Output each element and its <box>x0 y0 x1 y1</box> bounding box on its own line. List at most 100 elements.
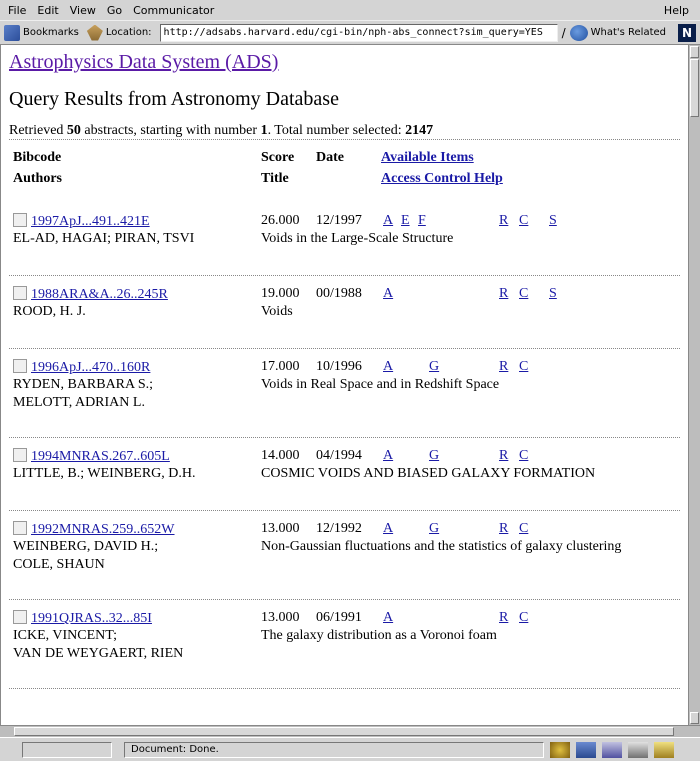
access-control-help-link[interactable]: Access Control Help <box>381 171 503 187</box>
discussion-icon[interactable] <box>602 741 622 758</box>
result-title: Voids <box>261 304 293 319</box>
scroll-up-arrow-icon[interactable] <box>690 46 699 58</box>
content-viewport: Astrophysics Data System (ADS) Query Res… <box>0 45 688 725</box>
select-checkbox[interactable] <box>13 213 27 227</box>
menu-communicator[interactable]: Communicator <box>133 4 214 17</box>
result-authors: EL-AD, HAGAI; PIRAN, TSVI <box>13 231 195 246</box>
menu-file[interactable]: File <box>8 4 26 17</box>
menu-help[interactable]: Help <box>664 4 689 17</box>
result-row: 1996ApJ...470..160R 17.000 10/1996 A G R C RYDE… <box>9 349 680 437</box>
item-link-a[interactable]: A <box>383 213 393 229</box>
dropdown-slash-icon[interactable]: / <box>562 26 566 40</box>
menubar: File Edit View Go Communicator Help <box>0 0 700 20</box>
result-score: 13.000 <box>261 610 300 625</box>
bookmarks-icon[interactable] <box>4 24 20 41</box>
item-link-e[interactable]: E <box>401 213 410 229</box>
item-link-c[interactable]: C <box>519 359 528 375</box>
header-date: Date <box>316 150 344 165</box>
offline-icon[interactable] <box>654 741 674 758</box>
available-items-link[interactable]: Available Items <box>381 150 474 166</box>
item-link-s[interactable]: S <box>549 286 557 302</box>
result-detail-line: EL-AD, HAGAI; PIRAN, TSVI Voids in the La… <box>9 231 680 252</box>
result-title: Non-Gaussian fluctuations and the statis… <box>261 539 622 554</box>
status-bar: Document: Done. <box>0 737 700 761</box>
scroll-down-arrow-icon[interactable] <box>690 712 699 724</box>
composer-icon[interactable] <box>628 741 648 758</box>
item-link-r[interactable]: R <box>499 359 508 375</box>
result-code-line: 1988ARA&A..26..245R 19.000 00/1988 A R C S <box>9 276 680 302</box>
bibcode-link[interactable]: 1991QJRAS..32...85I <box>31 611 152 626</box>
menu-edit[interactable]: Edit <box>37 4 58 17</box>
whats-related-button[interactable]: What's Related <box>591 27 666 38</box>
security-icon[interactable] <box>550 741 570 758</box>
item-link-a[interactable]: A <box>383 610 393 626</box>
result-code-line: 1991QJRAS..32...85I 13.000 06/1991 A R C <box>9 600 680 627</box>
item-link-r[interactable]: R <box>499 213 508 229</box>
item-link-a[interactable]: A <box>383 286 393 302</box>
site-title-link[interactable]: Astrophysics Data System (ADS) <box>9 51 278 73</box>
result-row: 1997ApJ...491..421E 26.000 12/1997 A E F R C S EL… <box>9 203 680 275</box>
start-number: 1 <box>260 123 268 138</box>
netscape-logo[interactable]: N <box>678 23 696 42</box>
result-authors-cont: MELOTT, ADRIAN L. <box>13 395 145 410</box>
whats-related-icon[interactable] <box>569 24 588 41</box>
item-link-r[interactable]: R <box>499 521 508 537</box>
result-bibcode-cell: 1997ApJ...491..421E <box>13 213 150 230</box>
horizontal-scrollbar[interactable] <box>0 725 700 737</box>
result-date: 10/1996 <box>316 359 362 374</box>
mail-icon[interactable] <box>576 741 596 758</box>
result-row: 1988ARA&A..26..245R 19.000 00/1988 A R C S ROOD… <box>9 276 680 348</box>
item-link-r[interactable]: R <box>499 286 508 302</box>
bibcode-link[interactable]: 1994MNRAS.267..605L <box>31 449 170 464</box>
horizontal-scroll-thumb[interactable] <box>14 727 674 736</box>
item-link-c[interactable]: C <box>519 213 528 229</box>
select-checkbox[interactable] <box>13 286 27 300</box>
results-summary: Retrieved 50 abstracts, starting with nu… <box>9 123 680 139</box>
menu-go[interactable]: Go <box>107 4 122 17</box>
result-date: 12/1992 <box>316 521 362 536</box>
result-bibcode-cell: 1991QJRAS..32...85I <box>13 610 152 627</box>
results-header: Bibcode Score Date Available Items Autho… <box>9 140 680 203</box>
item-link-a[interactable]: A <box>383 448 393 464</box>
bibcode-link[interactable]: 1997ApJ...491..421E <box>31 214 150 229</box>
result-score: 14.000 <box>261 448 300 463</box>
vertical-scroll-thumb[interactable] <box>690 59 699 117</box>
item-link-c[interactable]: C <box>519 521 528 537</box>
bibcode-link[interactable]: 1992MNRAS.259..652W <box>31 522 175 537</box>
result-authors: LITTLE, B.; WEINBERG, D.H. <box>13 466 196 481</box>
menu-view[interactable]: View <box>70 4 96 17</box>
bibcode-link[interactable]: 1996ApJ...470..160R <box>31 360 150 375</box>
item-link-c[interactable]: C <box>519 286 528 302</box>
header-row-2: Authors Title Access Control Help <box>9 171 680 192</box>
location-icon <box>86 24 103 41</box>
item-link-f[interactable]: F <box>418 213 426 229</box>
item-link-s[interactable]: S <box>549 213 557 229</box>
item-link-a[interactable]: A <box>383 359 393 375</box>
result-code-line: 1992MNRAS.259..652W 13.000 12/1992 A G R C <box>9 511 680 538</box>
item-link-g[interactable]: G <box>429 521 439 537</box>
status-text: Document: Done. <box>124 741 544 758</box>
select-checkbox[interactable] <box>13 448 27 462</box>
url-input[interactable]: http://adsabs.harvard.edu/cgi-bin/nph-ab… <box>159 23 558 42</box>
result-title: Voids in Real Space and in Redshift Spac… <box>261 377 500 392</box>
select-checkbox[interactable] <box>13 359 27 373</box>
result-authors: ICKE, VINCENT; <box>13 628 117 643</box>
select-checkbox[interactable] <box>13 521 27 535</box>
item-link-r[interactable]: R <box>499 610 508 626</box>
result-date: 12/1997 <box>316 213 362 228</box>
result-date: 06/1991 <box>316 610 362 625</box>
select-checkbox[interactable] <box>13 610 27 624</box>
item-link-g[interactable]: G <box>429 448 439 464</box>
item-link-g[interactable]: G <box>429 359 439 375</box>
item-link-c[interactable]: C <box>519 610 528 626</box>
bookmarks-button[interactable]: Bookmarks <box>23 27 79 38</box>
result-bibcode-cell: 1992MNRAS.259..652W <box>13 521 175 538</box>
header-title: Title <box>261 171 289 186</box>
item-link-c[interactable]: C <box>519 448 528 464</box>
item-link-a[interactable]: A <box>383 521 393 537</box>
site-title: Astrophysics Data System (ADS) <box>9 51 680 74</box>
item-link-r[interactable]: R <box>499 448 508 464</box>
bibcode-link[interactable]: 1988ARA&A..26..245R <box>31 287 168 302</box>
vertical-scrollbar[interactable] <box>688 45 700 725</box>
result-row: 1994MNRAS.267..605L 14.000 04/1994 A G R C LITT… <box>9 438 680 510</box>
